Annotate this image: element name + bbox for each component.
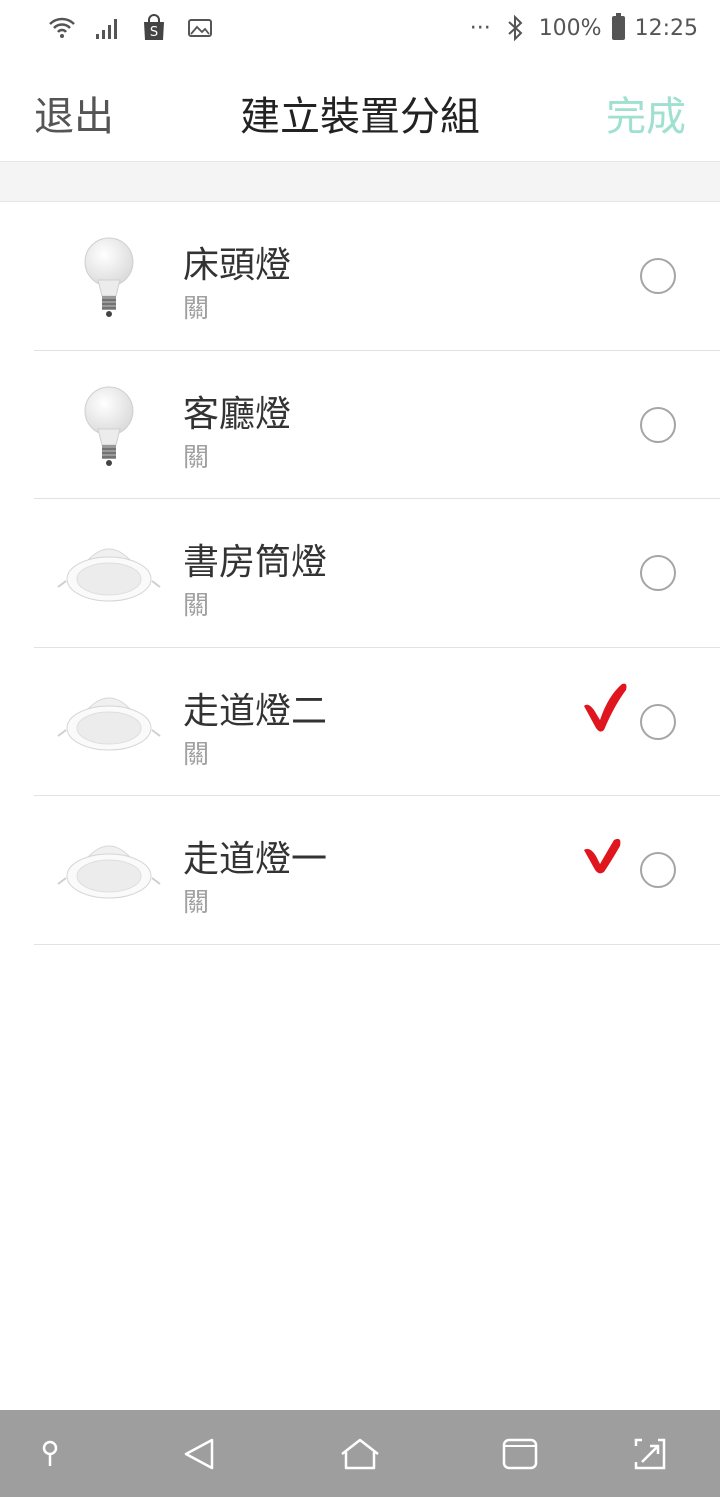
device-name: 床頭燈 (183, 245, 292, 286)
select-radio[interactable] (640, 852, 676, 888)
checkmark-icon (584, 683, 627, 732)
section-spacer (0, 162, 720, 202)
device-name: 走道燈二 (183, 690, 328, 732)
downlight-icon (57, 548, 161, 602)
screenshot-icon[interactable] (628, 1432, 672, 1476)
bulb-icon (84, 386, 134, 466)
device-state: 關 (183, 442, 210, 473)
back-icon[interactable] (178, 1432, 222, 1476)
downlight-icon (57, 697, 161, 750)
nav-bar (0, 1410, 720, 1497)
signal-icon (96, 19, 117, 39)
device-row[interactable]: 床頭燈 關 (34, 202, 720, 351)
select-radio[interactable] (640, 406, 676, 443)
device-state: 關 (183, 294, 210, 324)
header: 退出 建立裝置分組 完成 (0, 62, 720, 162)
pin-icon[interactable] (28, 1432, 72, 1476)
bluetooth-icon (508, 14, 523, 42)
device-state: 關 (183, 591, 210, 621)
checkmark-icon (584, 838, 621, 874)
status-bar: S ··· 100% 12:25 (0, 0, 720, 62)
exit-button[interactable]: 退出 (34, 84, 114, 142)
device-name: 走道燈一 (183, 839, 328, 880)
select-radio[interactable] (640, 555, 676, 591)
device-state: 關 (183, 739, 210, 770)
home-icon[interactable] (338, 1432, 382, 1476)
bulb-icon (84, 237, 134, 317)
status-left: S (48, 14, 214, 42)
battery-percent: 100% (538, 15, 602, 41)
device-name: 客廳燈 (183, 393, 292, 435)
device-row[interactable]: 書房筒燈 關 (34, 499, 720, 648)
svg-text:S: S (150, 25, 158, 40)
clock: 12:25 (634, 15, 698, 41)
recents-icon[interactable] (498, 1432, 542, 1476)
image-icon (188, 19, 212, 37)
downlight-icon (57, 845, 161, 899)
device-row[interactable]: 客廳燈 關 (34, 351, 720, 499)
device-row[interactable]: 走道燈二 關 (34, 648, 720, 796)
select-radio[interactable] (640, 703, 676, 740)
wifi-icon (49, 17, 75, 38)
select-radio[interactable] (640, 258, 676, 294)
device-list: 床頭燈 關 客廳燈 關 書房筒燈 關 走道燈二 關 走道燈一 關 (0, 202, 720, 945)
status-right: ··· 100% 12:25 (469, 13, 698, 42)
device-row[interactable]: 走道燈一 關 (34, 796, 720, 945)
done-button[interactable]: 完成 (606, 84, 686, 142)
shopping-bag-icon: S (144, 14, 164, 40)
battery-icon (611, 13, 625, 40)
more-icon: ··· (469, 15, 491, 41)
device-name: 書房筒燈 (183, 542, 328, 583)
device-state: 關 (183, 888, 210, 918)
